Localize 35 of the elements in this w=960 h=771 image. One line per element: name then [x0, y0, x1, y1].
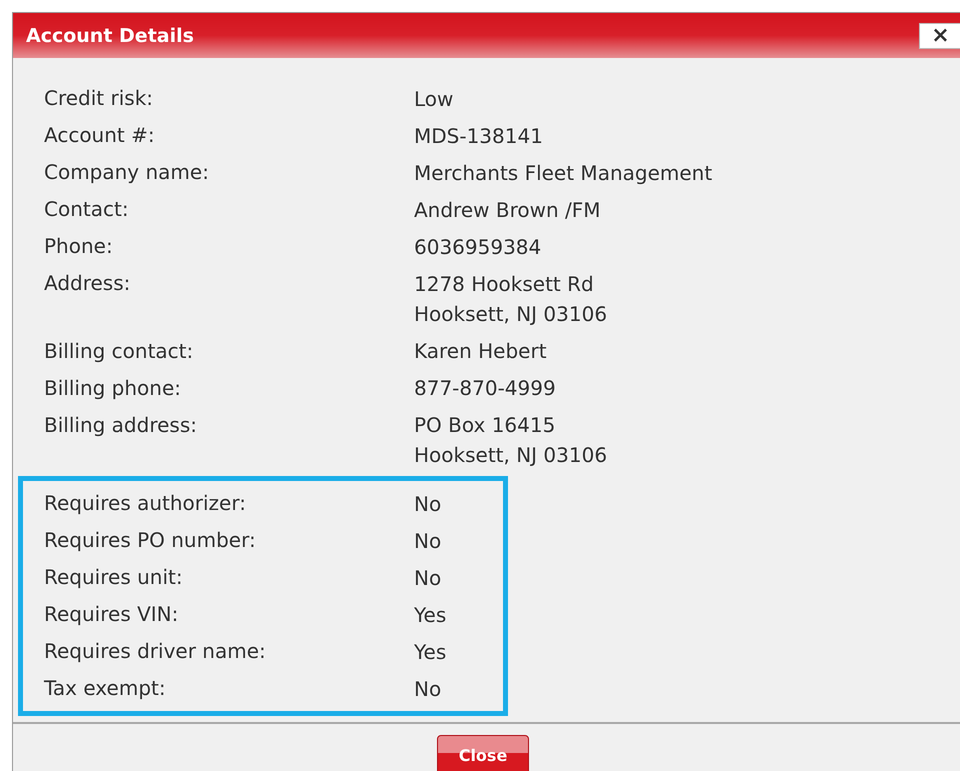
field-value: MDS-138141 [414, 122, 543, 150]
close-button[interactable]: Close [437, 735, 529, 771]
field-label: Requires VIN: [44, 601, 180, 628]
field-value: Hooksett, NJ 03106 [414, 300, 608, 328]
field-label: Requires authorizer: [44, 490, 247, 517]
field-label: Billing address: [44, 412, 198, 438]
field-value: 1278 Hooksett Rd [414, 270, 595, 298]
field-label: Billing contact: [44, 338, 194, 364]
field-value: 6036959384 [414, 234, 542, 260]
field-value: No [414, 528, 442, 554]
field-label: Tax exempt: [44, 675, 167, 702]
field-label: Phone: [44, 233, 114, 260]
field-value: Yes [414, 638, 446, 666]
close-button[interactable]: × [919, 22, 960, 48]
field-label: Credit risk: [44, 85, 154, 112]
field-value: Andrew Brown /FM [414, 196, 600, 224]
field-value: Yes [414, 602, 446, 628]
window-title: Account Details [26, 24, 194, 46]
field-label: Company name: [44, 159, 210, 186]
field-value: No [414, 490, 442, 518]
field-label: Requires driver name: [44, 638, 267, 665]
field-value: PO Box 16415 [414, 412, 556, 439]
field-value: Merchants Fleet Management [414, 160, 712, 186]
field-value: Low [414, 86, 454, 112]
field-value: 877-870-4999 [414, 375, 556, 402]
field-value: Hooksett, NJ 03106 [414, 442, 608, 469]
field-value: No [414, 564, 442, 592]
field-label: Requires unit: [44, 564, 184, 591]
field-label: Billing phone: [44, 374, 182, 402]
field-value: Karen Hebert [414, 338, 547, 365]
field-label: Requires PO number: [44, 527, 257, 554]
field-label: Account #: [44, 122, 156, 149]
field-label: Address: [44, 270, 132, 297]
field-value: No [414, 676, 442, 702]
field-label: Contact: [44, 196, 130, 223]
